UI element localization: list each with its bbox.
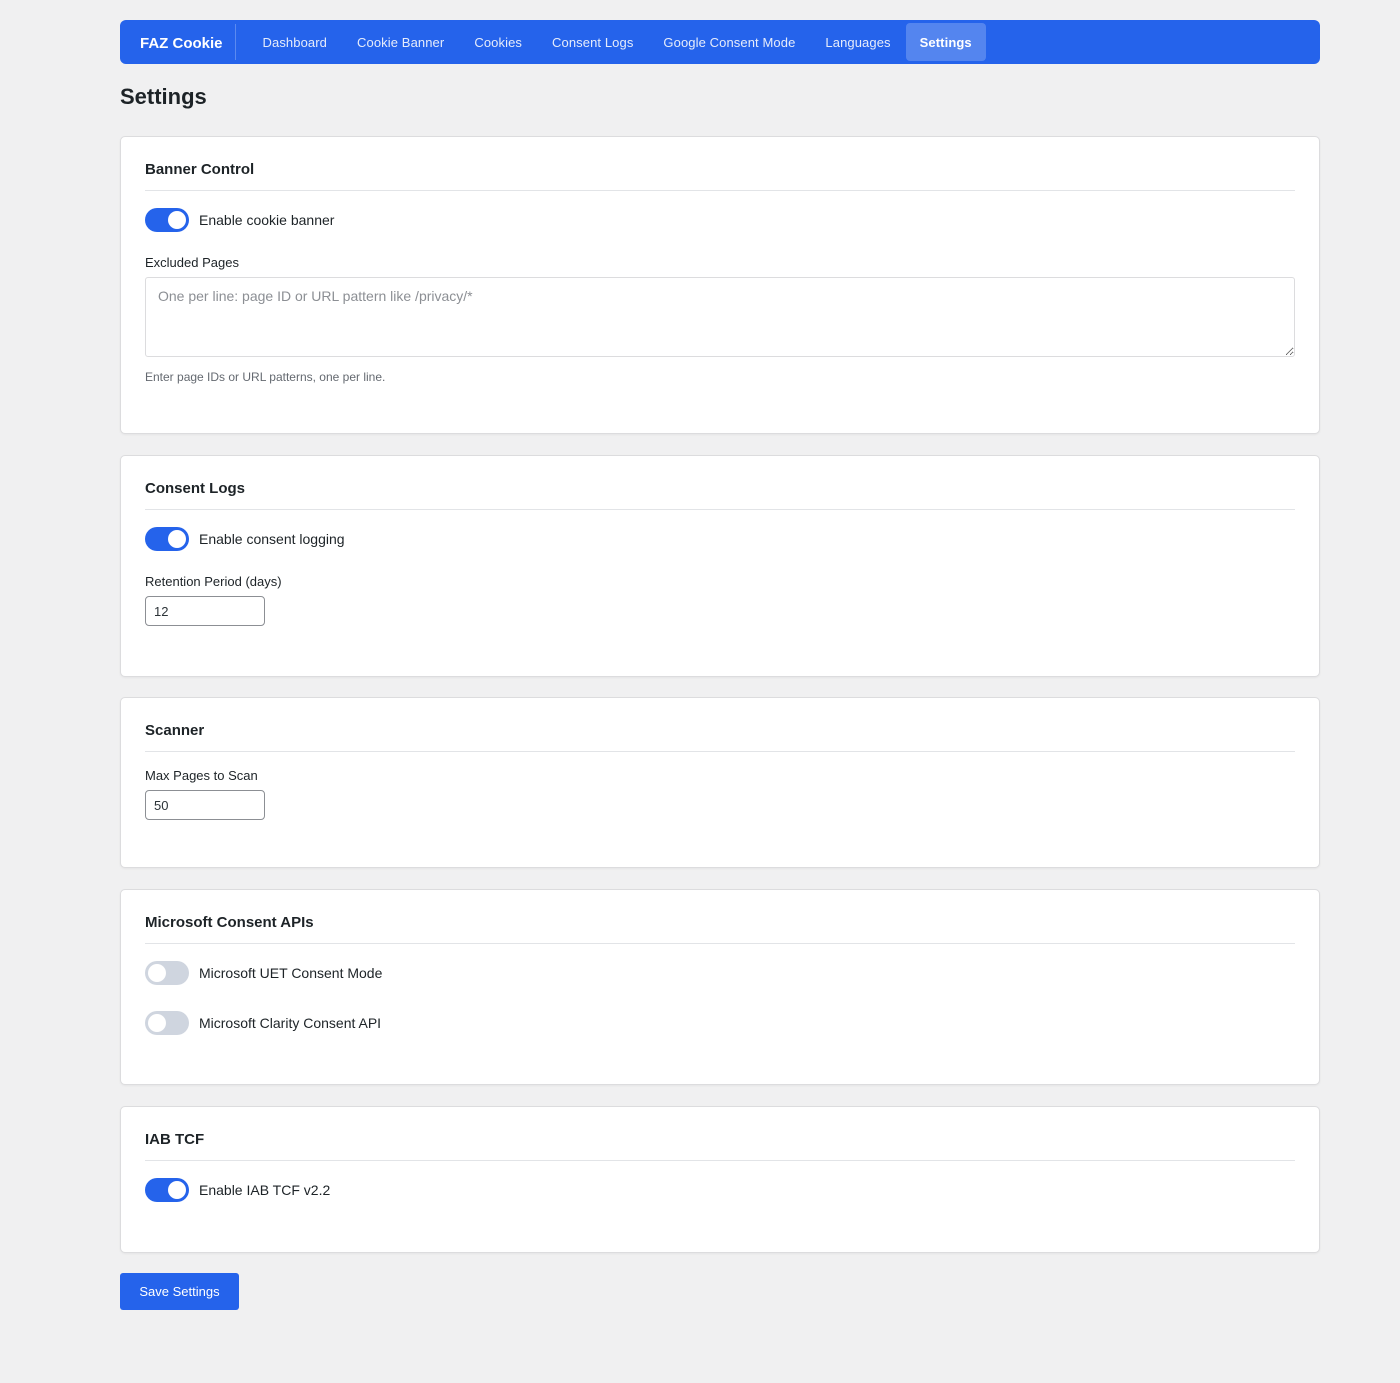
enable-consent-logging-label: Enable consent logging <box>199 531 345 547</box>
banner-control-card: Banner Control Enable cookie banner Excl… <box>120 136 1320 434</box>
nav-item-languages[interactable]: Languages <box>810 23 905 61</box>
microsoft-uet-toggle[interactable] <box>145 961 189 985</box>
excluded-pages-label: Excluded Pages <box>145 255 239 270</box>
excluded-pages-help: Enter page IDs or URL patterns, one per … <box>145 370 386 384</box>
max-pages-input[interactable] <box>145 790 265 820</box>
iab-tcf-card: IAB TCF Enable IAB TCF v2.2 <box>120 1106 1320 1253</box>
top-nav: FAZ Cookie Dashboard Cookie Banner Cooki… <box>120 20 1320 64</box>
microsoft-clarity-label: Microsoft Clarity Consent API <box>199 1015 382 1031</box>
excluded-pages-textarea[interactable] <box>145 277 1295 357</box>
microsoft-clarity-row: Microsoft Clarity Consent API <box>145 1010 1295 1036</box>
nav-item-settings[interactable]: Settings <box>905 23 986 61</box>
enable-iab-tcf-toggle[interactable] <box>145 1178 189 1202</box>
brand-logo[interactable]: FAZ Cookie <box>126 24 236 60</box>
enable-cookie-banner-toggle[interactable] <box>145 208 189 232</box>
page-title: Settings <box>120 84 207 109</box>
microsoft-consent-card: Microsoft Consent APIs Microsoft UET Con… <box>120 889 1320 1085</box>
enable-iab-tcf-row: Enable IAB TCF v2.2 <box>145 1177 1295 1203</box>
nav-item-cookies[interactable]: Cookies <box>459 23 537 61</box>
nav-item-consent-logs[interactable]: Consent Logs <box>537 23 648 61</box>
scanner-title: Scanner <box>145 722 1295 752</box>
save-settings-button[interactable]: Save Settings <box>120 1273 239 1310</box>
consent-logs-title: Consent Logs <box>145 480 1295 510</box>
nav-item-dashboard[interactable]: Dashboard <box>248 23 343 61</box>
microsoft-uet-row: Microsoft UET Consent Mode <box>145 960 1295 986</box>
enable-cookie-banner-row: Enable cookie banner <box>145 207 1295 233</box>
retention-period-input[interactable] <box>145 596 265 626</box>
max-pages-label: Max Pages to Scan <box>145 768 258 783</box>
retention-period-label: Retention Period (days) <box>145 574 282 589</box>
enable-cookie-banner-label: Enable cookie banner <box>199 212 335 228</box>
consent-logs-card: Consent Logs Enable consent logging Rete… <box>120 455 1320 677</box>
nav-item-google-consent-mode[interactable]: Google Consent Mode <box>648 23 810 61</box>
enable-consent-logging-toggle[interactable] <box>145 527 189 551</box>
enable-iab-tcf-label: Enable IAB TCF v2.2 <box>199 1182 331 1198</box>
iab-tcf-title: IAB TCF <box>145 1131 1295 1161</box>
microsoft-consent-title: Microsoft Consent APIs <box>145 914 1295 944</box>
settings-page: FAZ Cookie Dashboard Cookie Banner Cooki… <box>120 20 1320 1310</box>
banner-control-title: Banner Control <box>145 161 1295 191</box>
nav-item-cookie-banner[interactable]: Cookie Banner <box>342 23 459 61</box>
microsoft-uet-label: Microsoft UET Consent Mode <box>199 965 383 981</box>
enable-consent-logging-row: Enable consent logging <box>145 526 1295 552</box>
microsoft-clarity-toggle[interactable] <box>145 1011 189 1035</box>
scanner-card: Scanner Max Pages to Scan <box>120 697 1320 868</box>
